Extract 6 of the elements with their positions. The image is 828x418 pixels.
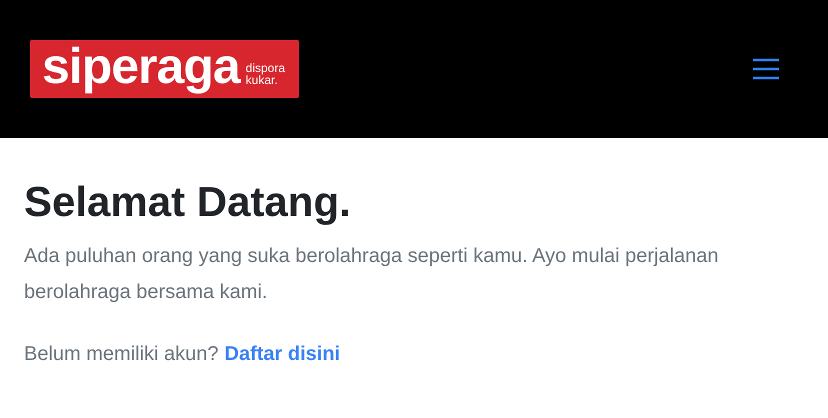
signup-prompt: Belum memiliki akun? xyxy=(24,342,219,367)
signup-link[interactable]: Daftar disini xyxy=(224,336,340,372)
menu-icon xyxy=(752,58,780,80)
page-title: Selamat Datang. xyxy=(24,178,352,226)
intro-text: Ada puluhan orang yang suka berolahraga seperti kamu. Ayo mulai perjalanan berolahraga bersama kami. xyxy=(24,244,720,305)
menu-button[interactable] xyxy=(752,56,782,82)
